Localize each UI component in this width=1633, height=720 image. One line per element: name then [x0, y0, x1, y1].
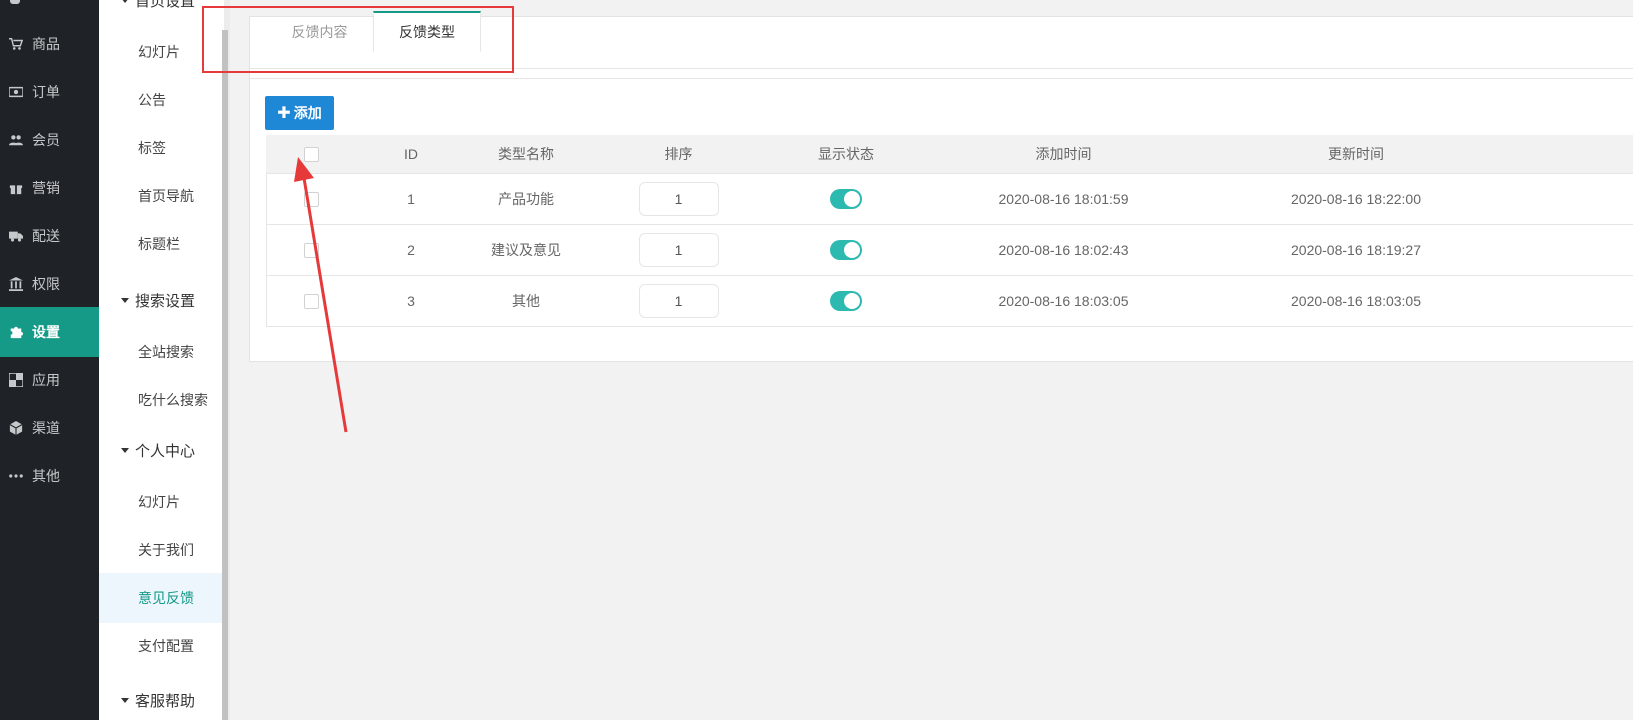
sub-group-personal[interactable]: 个人中心	[99, 425, 224, 475]
sub-item-tags[interactable]: 标签	[99, 123, 224, 173]
truck-icon	[8, 229, 24, 243]
col-header-id: ID	[356, 135, 466, 174]
gift-icon	[8, 181, 24, 195]
col-header-sort: 排序	[586, 135, 771, 174]
type-table: ID 类型名称 排序 显示状态 添加时间 更新时间 1 产品功能 2020-08…	[266, 135, 1633, 327]
sub-item-home-nav[interactable]: 首页导航	[99, 171, 224, 221]
row-checkbox[interactable]	[303, 191, 319, 207]
caret-down-icon	[121, 697, 129, 703]
nav-item-label: 权限	[32, 276, 60, 292]
nav-item-marketing[interactable]: 营销	[0, 163, 99, 213]
cell-name: 建议及意见	[466, 224, 586, 276]
sub-group-search[interactable]: 搜索设置	[99, 275, 224, 325]
main-nav: 商品 订单 会员 营销 配送 权限 设置 应用 渠道 其他	[0, 0, 99, 720]
cell-created: 2020-08-16 18:03:05	[921, 275, 1206, 327]
nav-item-permission[interactable]: 权限	[0, 259, 99, 309]
dots-icon	[8, 469, 24, 483]
nav-item-orders[interactable]: 订单	[0, 67, 99, 117]
select-all-cell	[266, 135, 356, 174]
puzzle-icon	[8, 325, 24, 339]
users-icon	[8, 133, 24, 147]
sub-item-about[interactable]: 关于我们	[99, 525, 224, 575]
nav-item-other[interactable]: 其他	[0, 451, 99, 501]
sort-input[interactable]	[638, 283, 719, 318]
add-button[interactable]: ✚ 添加	[265, 96, 334, 130]
sub-item-payment[interactable]: 支付配置	[99, 621, 224, 671]
divider	[250, 78, 1633, 79]
nav-item-label: 订单	[32, 84, 60, 100]
add-button-label: 添加	[293, 105, 322, 121]
nav-item-label: 商品	[32, 36, 60, 52]
sub-item-food-search[interactable]: 吃什么搜索	[99, 375, 224, 425]
cell-created: 2020-08-16 18:02:43	[921, 224, 1206, 276]
sub-item-feedback[interactable]: 意见反馈	[99, 573, 224, 623]
cell-created: 2020-08-16 18:01:59	[921, 173, 1206, 225]
nav-item-apps[interactable]: 应用	[0, 355, 99, 405]
col-header-extra	[1506, 135, 1633, 174]
nav-item-label: 设置	[32, 324, 60, 340]
cart-icon	[8, 37, 24, 51]
sub-group-label: 个人中心	[135, 442, 196, 460]
caret-down-icon	[121, 0, 129, 3]
cell-id: 3	[356, 275, 466, 327]
sub-group-label: 搜索设置	[135, 292, 196, 310]
money-icon	[8, 85, 24, 99]
sub-item-notice[interactable]: 公告	[99, 75, 224, 125]
cell-name: 产品功能	[466, 173, 586, 225]
nav-item-channels[interactable]: 渠道	[0, 403, 99, 453]
nav-item-goods[interactable]: 商品	[0, 19, 99, 69]
plus-icon: ✚	[277, 105, 291, 122]
table-header-row: ID 类型名称 排序 显示状态 添加时间 更新时间	[266, 135, 1633, 174]
sub-nav-scrollbar[interactable]	[222, 30, 228, 720]
status-toggle[interactable]	[830, 239, 862, 260]
caret-down-icon	[121, 297, 129, 303]
col-header-name: 类型名称	[466, 135, 586, 174]
nav-item-delivery[interactable]: 配送	[0, 211, 99, 261]
caret-down-icon	[121, 447, 129, 453]
nav-item-label: 营销	[32, 180, 60, 196]
cell-updated: 2020-08-16 18:03:05	[1206, 275, 1506, 327]
nav-item-members[interactable]: 会员	[0, 115, 99, 165]
status-toggle[interactable]	[830, 290, 862, 311]
sub-item-site-search[interactable]: 全站搜索	[99, 327, 224, 377]
col-header-updated: 更新时间	[1206, 135, 1506, 174]
cell-id: 2	[356, 224, 466, 276]
sub-item-title-bar[interactable]: 标题栏	[99, 219, 224, 269]
nav-item-label: 应用	[32, 372, 60, 388]
sub-group-label: 首页设置	[135, 0, 196, 10]
bank-icon	[8, 277, 24, 291]
nav-item-settings[interactable]: 设置	[0, 307, 99, 357]
sort-input[interactable]	[638, 232, 719, 267]
sub-nav: 首页设置 幻灯片 公告 标签 首页导航 标题栏 搜索设置 全站搜索 吃什么搜索 …	[99, 0, 224, 720]
col-header-status: 显示状态	[771, 135, 921, 174]
sub-group-label: 客服帮助	[135, 692, 196, 710]
col-header-created: 添加时间	[921, 135, 1206, 174]
select-all-checkbox[interactable]	[303, 147, 319, 163]
status-toggle[interactable]	[830, 188, 862, 209]
cell-updated: 2020-08-16 18:19:27	[1206, 224, 1506, 276]
nav-item-label: 会员	[32, 132, 60, 148]
nav-top-icon	[10, 0, 20, 4]
sub-item-personal-slides[interactable]: 幻灯片	[99, 477, 224, 527]
cell-name: 其他	[466, 275, 586, 327]
table-row: 3 其他 2020-08-16 18:03:05 2020-08-16 18:0…	[266, 275, 1633, 327]
app-icon	[8, 373, 24, 387]
cell-updated: 2020-08-16 18:22:00	[1206, 173, 1506, 225]
table-left-border	[266, 172, 267, 327]
nav-item-label: 配送	[32, 228, 60, 244]
sub-group-service[interactable]: 客服帮助	[99, 675, 224, 720]
table-row: 1 产品功能 2020-08-16 18:01:59 2020-08-16 18…	[266, 173, 1633, 225]
nav-item-label: 渠道	[32, 420, 60, 436]
row-checkbox[interactable]	[303, 293, 319, 309]
cell-id: 1	[356, 173, 466, 225]
nav-item-label: 其他	[32, 468, 60, 484]
sort-input[interactable]	[638, 181, 719, 216]
annotation-highlight-box	[202, 6, 514, 73]
row-checkbox[interactable]	[303, 242, 319, 258]
table-row: 2 建议及意见 2020-08-16 18:02:43 2020-08-16 1…	[266, 224, 1633, 276]
cube-icon	[8, 421, 24, 435]
